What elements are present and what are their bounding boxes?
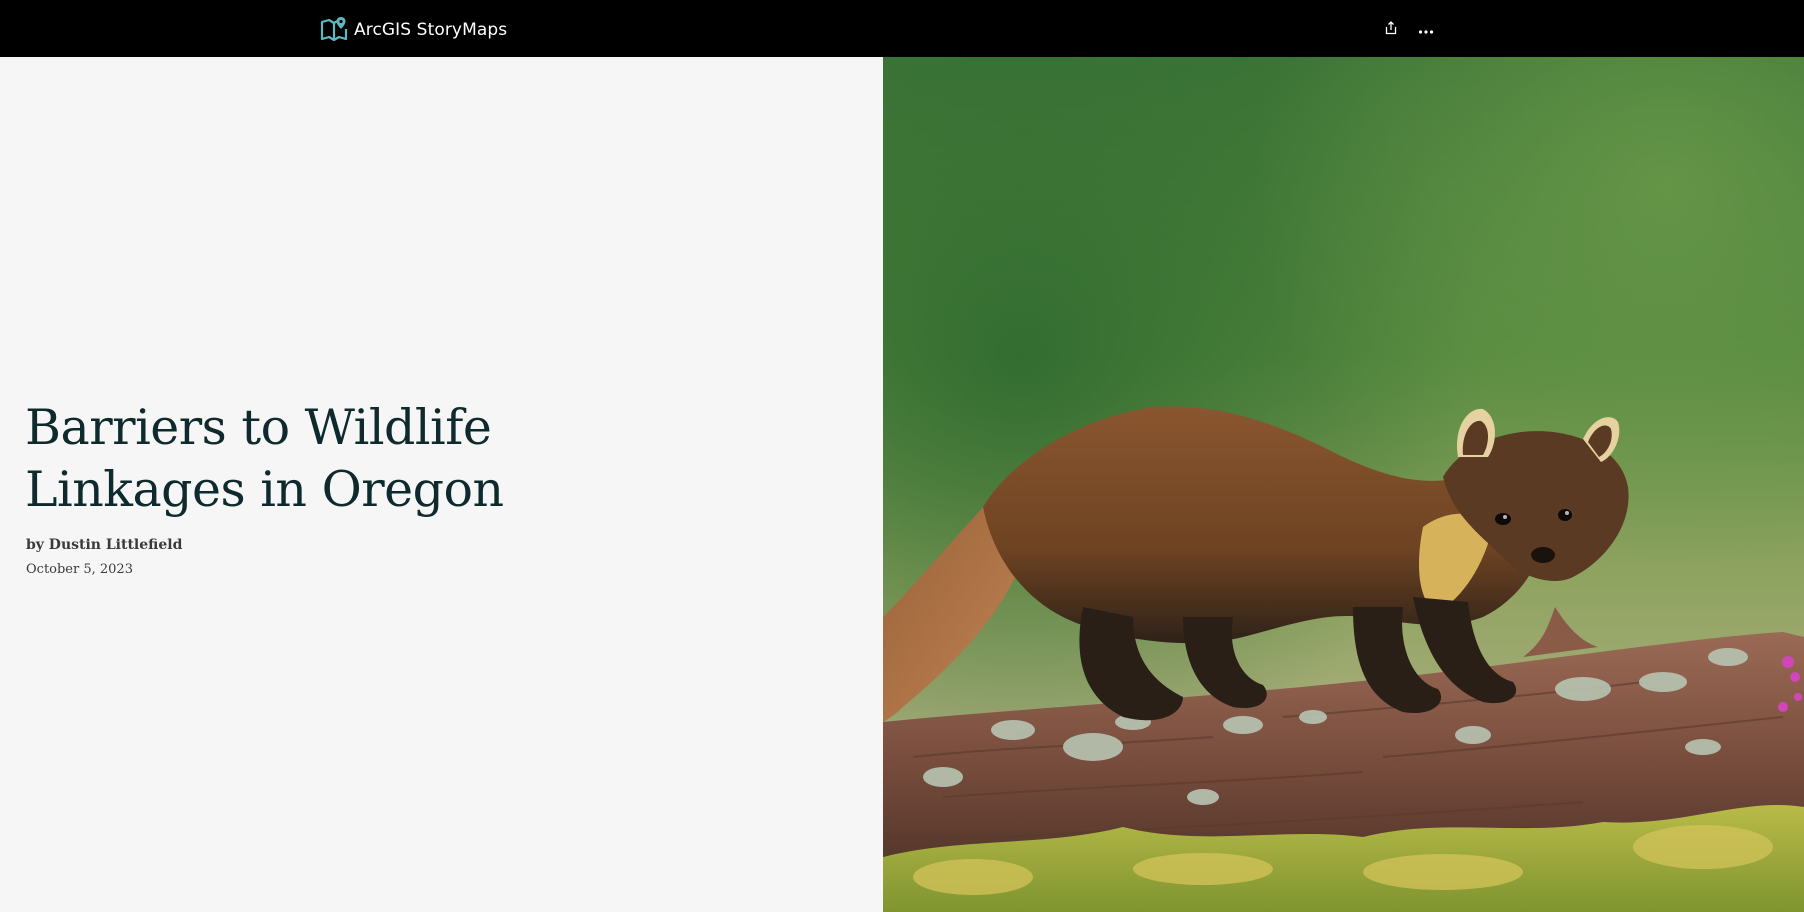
- story-title: Barriers to Wildlife Linkages in Oregon: [25, 399, 504, 518]
- more-options-icon: [1418, 20, 1434, 39]
- story-byline: by Dustin Littlefield: [26, 537, 183, 553]
- top-navigation-bar: ArcGIS StoryMaps: [0, 0, 1804, 57]
- pine-marten-photo: [883, 57, 1804, 912]
- story-cover-text-panel: Barriers to Wildlife Linkages in Oregon …: [0, 57, 883, 912]
- more-options-button[interactable]: [1411, 14, 1441, 44]
- story-date: October 5, 2023: [26, 562, 133, 577]
- storymaps-logo-icon: [320, 15, 348, 43]
- share-icon: [1384, 20, 1398, 39]
- cover-image: [883, 57, 1804, 912]
- brand-label: ArcGIS StoryMaps: [354, 20, 508, 40]
- storymaps-brand-link[interactable]: ArcGIS StoryMaps: [320, 14, 507, 44]
- share-button[interactable]: [1376, 14, 1406, 44]
